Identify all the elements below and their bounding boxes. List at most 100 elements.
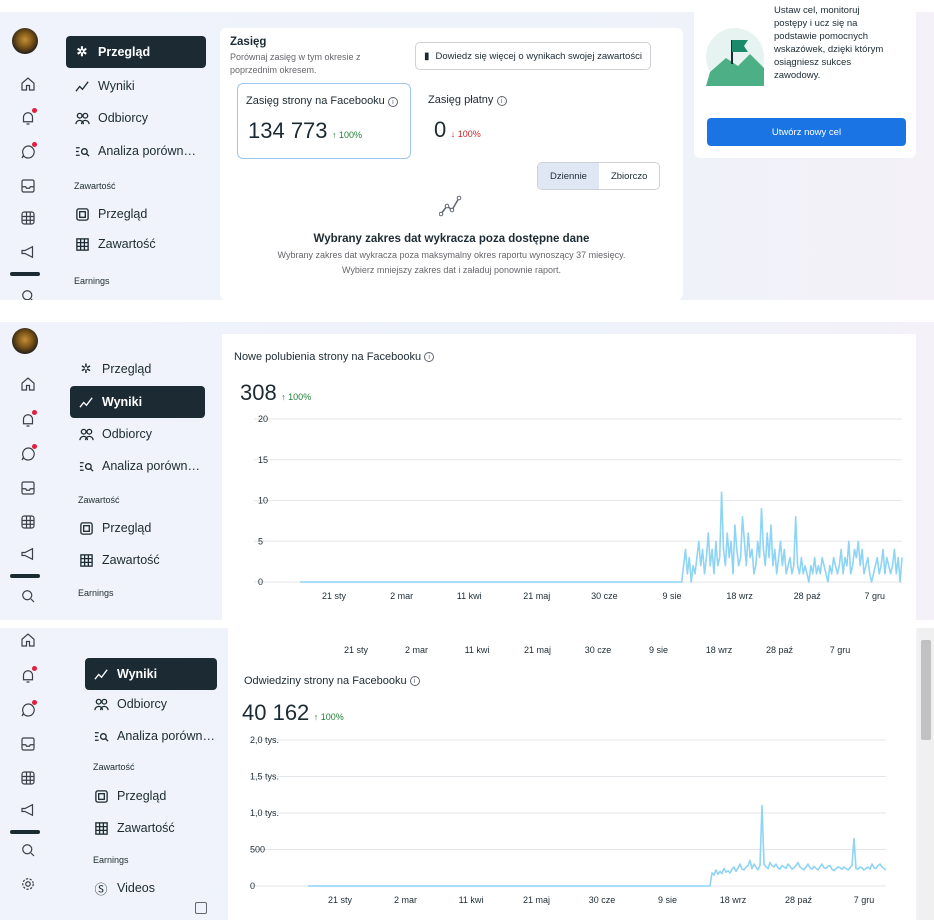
left-rail <box>0 628 62 920</box>
sidebar-item-results[interactable]: Wyniki <box>70 386 205 418</box>
x-tick-label: 21 sty <box>322 591 347 601</box>
gear-icon[interactable] <box>16 872 40 896</box>
paid-reach-value: 0 <box>434 117 447 142</box>
search-icon[interactable] <box>16 284 40 300</box>
x-tick-label: 21 maj <box>524 645 551 655</box>
sidebar-item-results[interactable]: Wyniki <box>85 658 217 690</box>
compare-search-icon <box>93 728 109 744</box>
dollar-icon: Ⓢ <box>94 881 108 897</box>
fb-reach-tile[interactable]: Zasięg strony na Facebooku i 134 773 ↑ 1… <box>237 83 411 159</box>
likes-line-chart: 0 5 10 15 20 21 sty 2 mar 11 kwi 21 maj 30 cze 9 s… <box>254 414 903 601</box>
collapse-sidebar-icon[interactable] <box>195 902 207 914</box>
x-tick-label: 18 wrz <box>720 895 747 905</box>
grid-icon[interactable] <box>16 510 40 534</box>
x-tick-label: 7 gru <box>830 645 851 655</box>
sidebar-item-content-overview[interactable]: Przegląd <box>70 512 210 544</box>
home-icon[interactable] <box>16 628 40 652</box>
grid-icon[interactable] <box>16 766 40 790</box>
sidebar-item-content-overview[interactable]: Przegląd <box>85 780 225 812</box>
rail-selection-indicator <box>10 574 40 578</box>
toggle-total[interactable]: Zbiorczo <box>599 163 659 189</box>
info-icon[interactable]: i <box>424 352 435 362</box>
chart-headline-value: 308 <box>240 380 277 405</box>
y-tick-label: 10 <box>258 496 268 506</box>
x-tick-label: 21 maj <box>523 895 550 905</box>
x-tick-label: 2 mar <box>405 645 428 655</box>
bell-icon[interactable] <box>16 408 40 432</box>
chart-change: ↑ 100% <box>281 392 312 402</box>
sidebar-item-audience[interactable]: Odbiorcy <box>85 688 225 720</box>
chart-headline-value: 40 162 <box>242 700 310 725</box>
people-icon <box>93 696 109 712</box>
sidebar-item-results[interactable]: Wyniki <box>66 70 206 102</box>
goal-flag-icon <box>706 28 764 86</box>
sidebar-item-benchmark[interactable]: Analiza porówn… <box>85 720 225 752</box>
avatar[interactable] <box>12 28 38 54</box>
search-icon[interactable] <box>16 584 40 608</box>
reach-subtitle-line2: poprzednim okresem. <box>230 65 317 75</box>
info-icon[interactable]: i <box>496 96 507 106</box>
inbox-icon[interactable] <box>16 476 40 500</box>
x-tick-label: 18 wrz <box>726 591 753 601</box>
info-icon[interactable]: i <box>409 676 420 686</box>
chart-title: Odwiedziny strony na Facebooku <box>244 675 407 687</box>
scrollbar-track[interactable] <box>918 628 934 920</box>
grid-icon[interactable] <box>16 206 40 230</box>
x-tick-label: 28 paź <box>794 591 822 601</box>
create-goal-button[interactable]: Utwórz nowy cel <box>707 118 906 146</box>
chat-icon[interactable] <box>16 698 40 722</box>
toggle-daily[interactable]: Dziennie <box>538 163 599 189</box>
x-tick-label: 9 sie <box>658 895 677 905</box>
sidebar-item-content[interactable]: Zawartość <box>66 228 206 260</box>
x-tick-label: 18 wrz <box>706 645 733 655</box>
previous-chart-x-axis: 21 sty 2 mar 11 kwi 21 maj 30 cze 9 sie 18 wrz… <box>344 645 851 655</box>
sidebar-item-videos[interactable]: Ⓢ Videos <box>85 872 225 904</box>
y-tick-label: 1,5 tys. <box>250 772 279 782</box>
megaphone-icon[interactable] <box>16 542 40 566</box>
learn-more-button[interactable]: ▮ Dowiedz się więcej o wynikach swojej za… <box>415 42 651 70</box>
info-icon[interactable]: i <box>387 97 398 107</box>
sidebar-item-audience[interactable]: Odbiorcy <box>66 102 206 134</box>
sidebar-item-content-overview[interactable]: Przegląd <box>66 198 206 230</box>
chart-title: Nowe polubienia strony na Facebooku <box>234 351 422 363</box>
gallery-icon <box>78 520 94 536</box>
bell-icon[interactable] <box>16 106 40 130</box>
section-header-content: Zawartość <box>93 762 135 772</box>
sidebar-item-content[interactable]: Zawartość <box>70 544 210 576</box>
inbox-icon[interactable] <box>16 174 40 198</box>
people-icon <box>78 426 94 442</box>
section-header-content: Zawartość <box>74 181 116 191</box>
avatar[interactable] <box>12 328 38 354</box>
chat-icon[interactable] <box>16 442 40 466</box>
x-tick-label: 11 kwi <box>459 895 484 905</box>
rail-selection-indicator <box>10 272 40 276</box>
home-icon[interactable] <box>16 372 40 396</box>
x-tick-label: 30 cze <box>589 895 616 905</box>
scrollbar-thumb[interactable] <box>921 640 931 740</box>
table-icon <box>74 236 90 252</box>
megaphone-icon[interactable] <box>16 798 40 822</box>
x-tick-label: 9 sie <box>649 645 668 655</box>
x-tick-label: 9 sie <box>662 591 681 601</box>
megaphone-icon[interactable] <box>16 240 40 264</box>
x-tick-label: 21 sty <box>328 895 353 905</box>
reach-title: Zasięg <box>230 36 267 48</box>
bell-icon[interactable] <box>16 664 40 688</box>
error-title: Wybrany zakres dat wykracza poza dostępn… <box>313 233 590 245</box>
x-tick-label: 2 mar <box>390 591 413 601</box>
home-icon[interactable] <box>16 72 40 96</box>
chat-icon[interactable] <box>16 140 40 164</box>
compare-search-icon <box>78 458 94 474</box>
sidebar-item-benchmark[interactable]: Analiza porówn… <box>66 135 206 167</box>
x-tick-label: 28 paź <box>766 645 794 655</box>
panel-reach: ✲ Przegląd Wyniki Odbiorcy Analiza porówn… <box>0 0 934 300</box>
chart-change: ↑ 100% <box>313 712 344 722</box>
sidebar-item-content[interactable]: Zawartość <box>85 812 225 844</box>
inbox-icon[interactable] <box>16 732 40 756</box>
sidebar-item-audience[interactable]: Odbiorcy <box>70 418 210 450</box>
people-icon <box>74 110 90 126</box>
sidebar-item-overview[interactable]: ✲ Przegląd <box>66 36 206 68</box>
sidebar-item-benchmark[interactable]: Analiza porówn… <box>70 450 210 482</box>
search-icon[interactable] <box>16 838 40 862</box>
sidebar-item-overview[interactable]: ✲ Przegląd <box>70 353 210 385</box>
